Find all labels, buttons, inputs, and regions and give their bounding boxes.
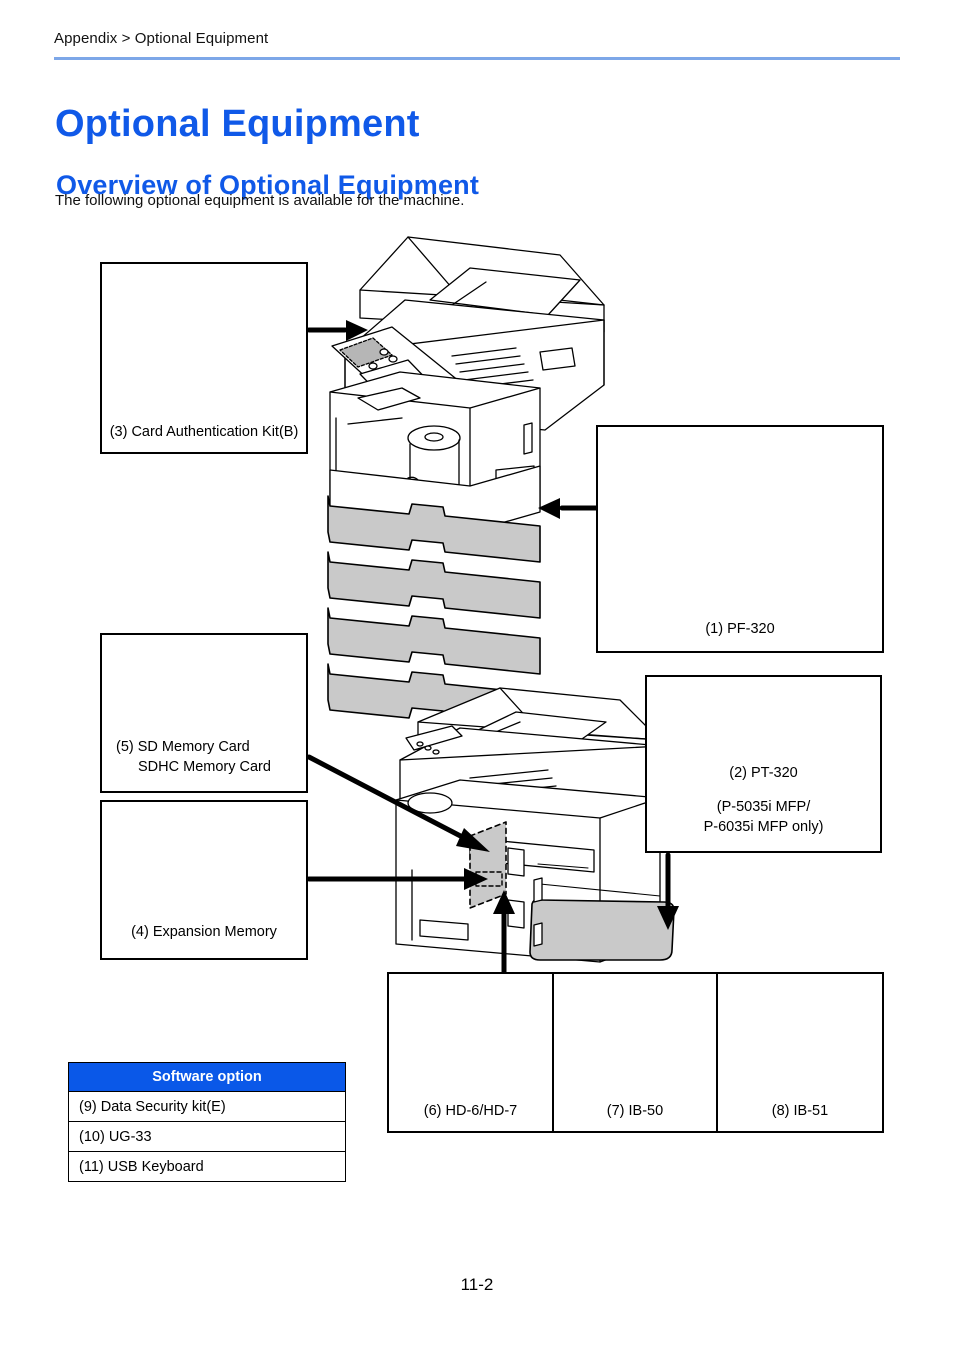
table-header-row: Software option: [68, 1062, 346, 1092]
table-header-software-option: Software option: [68, 1062, 346, 1092]
callout-card-authentication-kit: (3) Card Authentication Kit(B): [100, 262, 308, 454]
callout-label-sd-line2: SDHC Memory Card: [138, 759, 271, 775]
software-option-table: Software option (9) Data Security kit(E)…: [68, 1062, 346, 1182]
callout-label-card-auth: (3) Card Authentication Kit(B): [109, 424, 299, 440]
callout-label-pt320: (2) PT-320: [729, 765, 798, 781]
callout-label-ib51: (8) IB-51: [771, 1103, 829, 1119]
table-cell-usb-keyboard: (11) USB Keyboard: [68, 1151, 346, 1182]
callout-sd-memory-card: (5) SD Memory Card SDHC Memory Card: [100, 633, 308, 793]
callout-label-sd-line1: (5) SD Memory Card: [116, 739, 250, 755]
table-cell-ug-33: (10) UG-33: [68, 1121, 346, 1152]
callout-label-expansion-memory: (4) Expansion Memory: [131, 924, 277, 940]
callout-expansion-memory: (4) Expansion Memory: [100, 800, 308, 960]
callout-label-pt320-note-line2: P-6035i MFP only): [703, 819, 824, 835]
table-row: (10) UG-33: [68, 1121, 346, 1152]
callout-label-pf320: (1) PF-320: [705, 621, 775, 637]
callout-pf-320: (1) PF-320: [596, 425, 884, 653]
document-page: Appendix > Optional Equipment Optional E…: [0, 0, 954, 1350]
callout-label-ib50: (7) IB-50: [606, 1103, 664, 1119]
top-mfp-illustration: [329, 236, 605, 541]
callout-label-pt320-note-line1: (P-5035i MFP/: [716, 799, 811, 815]
table-row: (9) Data Security kit(E): [68, 1091, 346, 1122]
callout-pt-320: (2) PT-320 (P-5035i MFP/ P-6035i MFP onl…: [645, 675, 882, 853]
page-number: 11-2: [460, 1275, 494, 1294]
callout-interface-cards: (6) HD-6/HD-7 (7) IB-50 (8) IB-51: [387, 972, 884, 1133]
table-cell-data-security-kit: (9) Data Security kit(E): [68, 1091, 346, 1122]
table-row: (11) USB Keyboard: [68, 1151, 346, 1182]
callout-label-hd6-hd7: (6) HD-6/HD-7: [423, 1103, 518, 1119]
